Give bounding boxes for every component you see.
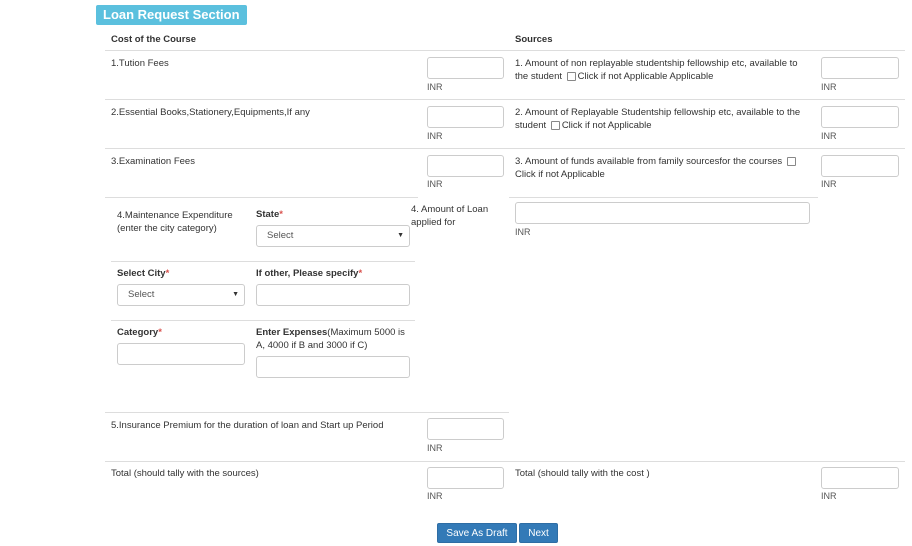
insurance-unit: INR — [427, 443, 443, 453]
source2-label: 2. Amount of Replayable Studentship fell… — [515, 106, 810, 132]
divider — [111, 320, 415, 321]
source1-checkbox-label: Click if not Applicable Applicable — [577, 71, 714, 82]
exam-input[interactable] — [427, 155, 504, 177]
source3-input[interactable] — [821, 155, 899, 177]
exam-label: 3.Examination Fees — [111, 156, 195, 167]
city-label: Select City* — [117, 268, 169, 279]
tuition-label: 1.Tution Fees — [111, 58, 169, 69]
divider — [105, 412, 509, 413]
divider — [105, 148, 905, 149]
required-marker: * — [358, 268, 363, 279]
divider — [105, 461, 905, 462]
tuition-input[interactable] — [427, 57, 504, 79]
source1-unit: INR — [821, 82, 837, 92]
chevron-down-icon: ▼ — [397, 232, 404, 239]
source1-checkbox[interactable] — [566, 71, 576, 81]
sources-total-label: Total (should tally with the cost ) — [515, 468, 650, 479]
save-draft-button[interactable]: Save As Draft — [437, 523, 517, 543]
city-select-value: Select — [128, 289, 155, 300]
insurance-label: 5.Insurance Premium for the duration of … — [111, 420, 384, 431]
state-select[interactable]: Select ▼ — [256, 225, 410, 247]
cost-total-input[interactable] — [427, 467, 504, 489]
insurance-input[interactable] — [427, 418, 504, 440]
source3-checkbox-label: Click if not Applicable — [515, 169, 605, 180]
source3-unit: INR — [821, 179, 837, 189]
other-label: If other, Please specify* — [256, 268, 362, 279]
expenses-label-text: Enter Expenses — [256, 327, 328, 338]
source2-input[interactable] — [821, 106, 899, 128]
state-label-text: State — [256, 209, 280, 220]
other-label-text: If other, Please specify — [256, 268, 359, 279]
category-input[interactable] — [117, 343, 245, 365]
sources-total-input[interactable] — [821, 467, 899, 489]
cost-header: Cost of the Course — [111, 34, 196, 45]
chevron-down-icon: ▼ — [232, 291, 239, 298]
required-marker: * — [165, 268, 170, 279]
divider — [105, 197, 418, 198]
divider — [105, 99, 905, 100]
city-label-text: Select City — [117, 268, 166, 279]
sources-header: Sources — [515, 34, 553, 45]
books-unit: INR — [427, 131, 443, 141]
maintenance-label: 4.Maintenance Expenditure (enter the cit… — [117, 210, 233, 234]
source1-input[interactable] — [821, 57, 899, 79]
tuition-unit: INR — [427, 82, 443, 92]
loan-amount-input[interactable] — [515, 202, 810, 224]
books-label: 2.Essential Books,Stationery,Equipments,… — [111, 107, 310, 118]
section-title: Loan Request Section — [96, 5, 247, 25]
source2-unit: INR — [821, 131, 837, 141]
source2-checkbox[interactable] — [550, 120, 560, 130]
next-button[interactable]: Next — [519, 523, 558, 543]
expenses-input[interactable] — [256, 356, 410, 378]
sources-total-unit: INR — [821, 491, 837, 501]
required-marker: * — [279, 209, 283, 220]
source1-label: 1. Amount of non replayable studentship … — [515, 57, 810, 83]
loan-amount-unit: INR — [515, 227, 531, 237]
state-select-value: Select — [267, 230, 294, 241]
source3-checkbox[interactable] — [786, 156, 796, 166]
divider — [111, 261, 415, 262]
divider — [509, 197, 818, 198]
source3-text: 3. Amount of funds available from family… — [515, 156, 783, 167]
required-marker: * — [158, 327, 162, 338]
source2-checkbox-label: Click if not Applicable — [561, 120, 652, 131]
expenses-label: Enter Expenses(Maximum 5000 is A, 4000 i… — [256, 326, 414, 352]
divider — [105, 50, 905, 51]
other-city-input[interactable] — [256, 284, 410, 306]
source4-label: 4. Amount of Loan applied for — [411, 204, 489, 228]
category-label-text: Category — [117, 327, 159, 338]
category-label: Category* — [117, 327, 162, 338]
state-label: State* — [256, 209, 283, 220]
source3-label: 3. Amount of funds available from family… — [515, 155, 810, 181]
cost-total-unit: INR — [427, 491, 443, 501]
city-select[interactable]: Select ▼ — [117, 284, 245, 306]
exam-unit: INR — [427, 179, 443, 189]
books-input[interactable] — [427, 106, 504, 128]
cost-total-label: Total (should tally with the sources) — [111, 468, 259, 479]
